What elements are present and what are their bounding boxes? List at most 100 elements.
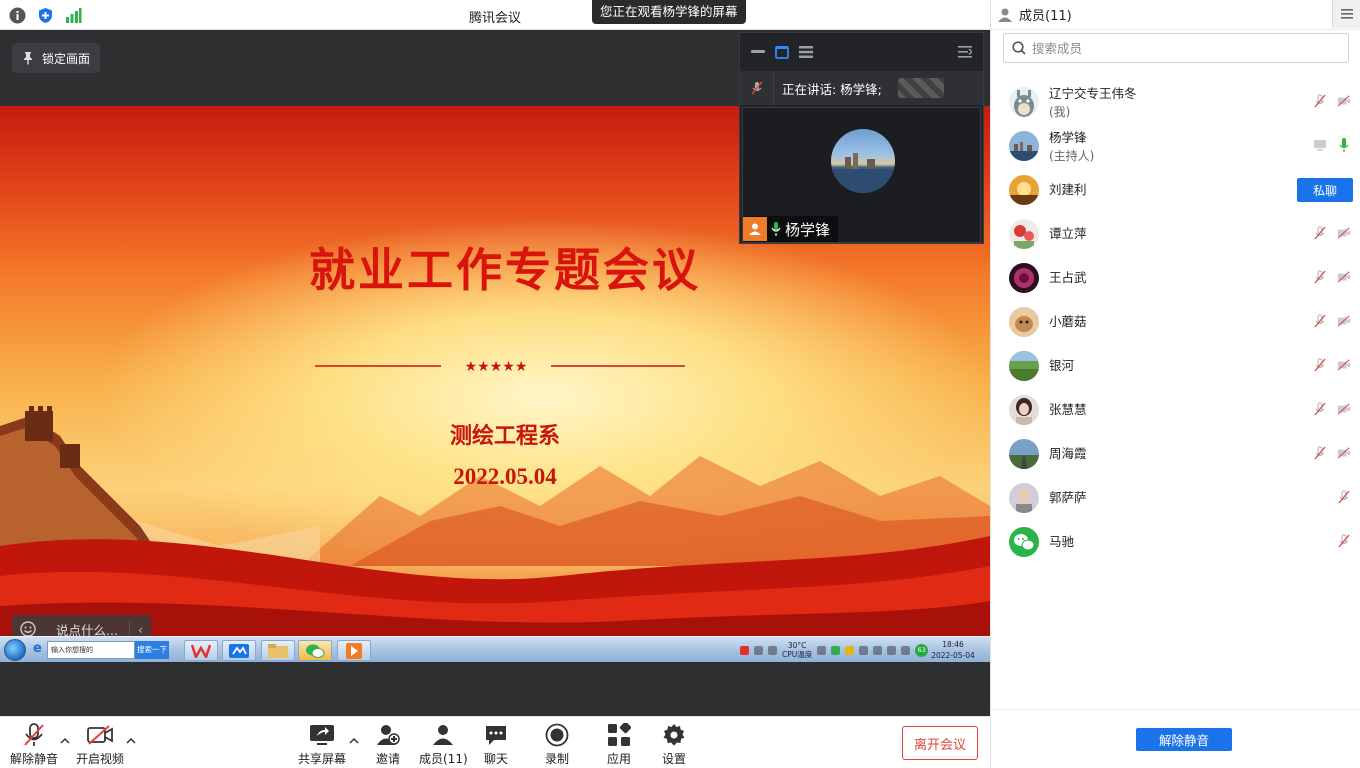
mic-muted-icon[interactable] [1337, 534, 1351, 548]
mic-muted-icon[interactable] [1313, 270, 1327, 284]
unmute-label: 解除静音 [10, 752, 59, 766]
minimize-icon[interactable] [750, 44, 766, 60]
settings-button[interactable]: 设置 [661, 723, 687, 767]
members-panel: 成员(11) 辽宁交专王伟冬 (我) 杨学锋 (主持人) 刘建利 私聊谭立萍王占武小蘑菇银… [990, 0, 1360, 768]
lock-view-button[interactable]: 锁定画面 [12, 43, 101, 73]
member-name: 周海霞 [1049, 446, 1087, 461]
mic-muted-icon[interactable] [1337, 490, 1351, 504]
member-row[interactable]: 银河 [991, 344, 1360, 388]
leave-meeting-button[interactable]: 离开会议 [902, 726, 978, 760]
unmute-all-button[interactable]: 解除静音 [1136, 728, 1232, 751]
camera-off-icon[interactable] [1337, 314, 1351, 328]
slide-subtitle: 测绘工程系 [449, 423, 560, 449]
panel-menu-icon[interactable] [1332, 0, 1360, 28]
member-row[interactable]: 王占武 [991, 256, 1360, 300]
network-signal-icon[interactable] [64, 6, 82, 24]
screen-share-icon [1313, 138, 1327, 152]
mic-on-icon [771, 222, 781, 236]
mic-on-icon[interactable] [1337, 138, 1351, 152]
mic-muted-icon[interactable] [1313, 314, 1327, 328]
taskbar-search-button: 搜索一下 [135, 641, 169, 659]
flag-icon [859, 645, 869, 655]
emoji-icon[interactable] [12, 621, 44, 637]
invite-button[interactable]: 邀请 [375, 723, 401, 767]
share-screen-button[interactable]: 共享屏幕 [298, 723, 346, 767]
camera-off-icon [87, 723, 113, 747]
mic-muted-icon[interactable] [740, 71, 774, 105]
member-avatar [1009, 483, 1039, 513]
record-button[interactable]: 录制 [544, 723, 570, 767]
taskbar-clock: 18:46 2022-05-04 [926, 639, 980, 661]
mic-muted-icon[interactable] [1313, 402, 1327, 416]
video-options-chevron-icon[interactable] [125, 735, 137, 747]
collapse-chevron-icon[interactable]: ‹ [129, 621, 151, 637]
mic-muted-icon[interactable] [1313, 94, 1327, 108]
pin-icon [24, 52, 32, 65]
mic-muted-icon[interactable] [1313, 358, 1327, 372]
collapse-panel-icon[interactable] [957, 44, 973, 60]
camera-off-icon[interactable] [1337, 358, 1351, 372]
info-icon[interactable] [8, 6, 26, 24]
member-name: 张慧慧 [1049, 402, 1087, 417]
member-row[interactable]: 郭萨萨 [991, 476, 1360, 520]
member-row[interactable]: 张慧慧 [991, 388, 1360, 432]
audio-options-chevron-icon[interactable] [59, 735, 71, 747]
start-video-button[interactable]: 开启视频 [76, 723, 124, 767]
member-row[interactable]: 周海霞 [991, 432, 1360, 476]
member-row[interactable]: 马驰 [991, 520, 1360, 564]
camera-off-icon[interactable] [1337, 226, 1351, 240]
camera-off-icon[interactable] [1337, 446, 1351, 460]
start-video-label: 开启视频 [76, 752, 125, 766]
tray-temperature: 30°C CPU温度 [782, 641, 812, 659]
blurred-participant [897, 78, 944, 98]
member-avatar [1009, 527, 1039, 557]
list-view-icon[interactable] [798, 44, 814, 60]
speaker-view-icon[interactable] [774, 44, 790, 60]
chat-label: 聊天 [483, 752, 508, 766]
member-avatar [1009, 219, 1039, 249]
lock-view-label: 锁定画面 [42, 51, 91, 66]
member-row[interactable]: 小蘑菇 [991, 300, 1360, 344]
private-chat-button[interactable]: 私聊 [1297, 178, 1353, 202]
help-icon [754, 645, 763, 655]
member-avatar [1009, 87, 1039, 117]
security-shield-icon[interactable] [36, 6, 54, 24]
member-name: 刘建利 [1049, 182, 1087, 197]
share-screen-label: 共享屏幕 [298, 752, 347, 766]
member-name: 郭萨萨 [1049, 490, 1087, 505]
member-avatar [1009, 351, 1039, 381]
member-row[interactable]: 杨学锋 (主持人) [991, 124, 1360, 168]
gear-icon [661, 723, 687, 747]
mic-muted-icon[interactable] [1313, 446, 1327, 460]
tray-cpu-label: CPU温度 [782, 650, 813, 659]
mic-muted-icon[interactable] [1313, 226, 1327, 240]
camera-off-icon[interactable] [1337, 94, 1351, 108]
member-avatar [1009, 263, 1039, 293]
speaker-floating-window[interactable]: 正在讲话: 杨学锋; 杨学锋 [739, 32, 984, 244]
apps-button[interactable]: 应用 [606, 723, 632, 767]
member-name: 王占武 [1049, 270, 1087, 285]
wechat-app-icon [298, 640, 332, 661]
browser-e-icon: e [33, 641, 42, 656]
speaking-label: 正在讲话: 杨学锋; [782, 81, 882, 97]
members-icon [430, 723, 456, 747]
pen-icon [768, 645, 777, 655]
folder-app-icon [261, 640, 295, 661]
camera-off-icon[interactable] [1337, 270, 1351, 284]
member-search-field[interactable] [1003, 33, 1349, 63]
member-search-input[interactable] [1032, 40, 1332, 56]
members-panel-title: 成员(11) [1019, 9, 1072, 24]
tray-weather: 30°C [787, 641, 807, 650]
camera-off-icon[interactable] [1337, 402, 1351, 416]
member-row[interactable]: 辽宁交专王伟冬 (我) [991, 80, 1360, 124]
unmute-button[interactable]: 解除静音 [10, 723, 58, 767]
share-options-chevron-icon[interactable] [348, 735, 360, 747]
members-button[interactable]: 成员(11) [419, 723, 468, 767]
system-tray: 30°C CPU温度 63 [740, 640, 929, 660]
keyboard-tray-icon [901, 645, 911, 655]
share-screen-icon [309, 723, 335, 747]
member-row[interactable]: 谭立萍 [991, 212, 1360, 256]
chat-button[interactable]: 聊天 [483, 723, 509, 767]
member-row[interactable]: 刘建利 私聊 [991, 168, 1360, 212]
invite-label: 邀请 [375, 752, 400, 766]
